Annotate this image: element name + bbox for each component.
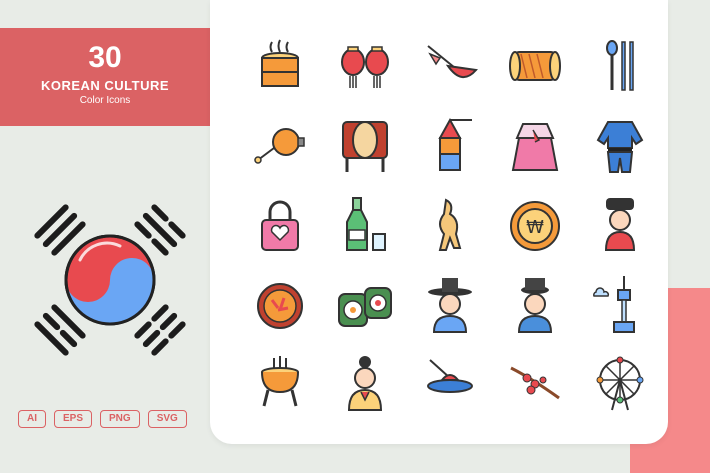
woman-hair-bun-icon	[347, 356, 383, 411]
bibimbap-icon	[257, 283, 303, 329]
svg-text:₩: ₩	[526, 217, 544, 238]
steamer-icon	[261, 39, 299, 87]
icon-grid: ₩	[235, 36, 655, 416]
format-badge-eps: EPS	[54, 410, 93, 428]
pond-icon	[427, 359, 473, 393]
lock-heart-icon	[261, 200, 299, 251]
icon-count: 30	[88, 41, 122, 74]
ferris-wheel-icon	[596, 356, 644, 411]
kite-icon	[438, 117, 472, 171]
format-badge-svg: SVG	[147, 410, 187, 428]
collection-title: KOREAN CULTURE	[40, 78, 170, 93]
title-banner: 30 KOREAN CULTURE Color Icons	[0, 28, 210, 126]
hanbok-woman-icon	[511, 123, 559, 171]
lanterns-icon	[341, 46, 389, 88]
soju-icon	[346, 197, 386, 251]
spoon-chopsticks-icon	[606, 40, 634, 91]
barrel-drum-icon	[342, 121, 388, 172]
cherry-blossom-icon	[510, 366, 560, 400]
korean-flag-icon	[34, 204, 186, 356]
woman-headdress-icon	[604, 198, 636, 251]
ginseng-icon	[438, 198, 462, 251]
incense-burner-icon	[261, 356, 299, 407]
format-badges: AI EPS PNG SVG	[18, 410, 187, 428]
format-badge-png: PNG	[100, 410, 140, 428]
gong-icon	[254, 128, 305, 164]
seoul-tower-icon	[593, 276, 635, 333]
boat-icon	[427, 45, 478, 78]
taekwondo-uniform-icon	[596, 121, 644, 173]
kimbap-icon	[338, 287, 392, 327]
man-gat-hat-icon	[428, 278, 472, 333]
collection-subtitle: Color Icons	[79, 95, 131, 106]
scholar-hat-icon	[517, 278, 553, 333]
drum-icon	[509, 51, 561, 81]
won-coin-icon: ₩	[510, 201, 560, 251]
format-badge-ai: AI	[18, 410, 46, 428]
